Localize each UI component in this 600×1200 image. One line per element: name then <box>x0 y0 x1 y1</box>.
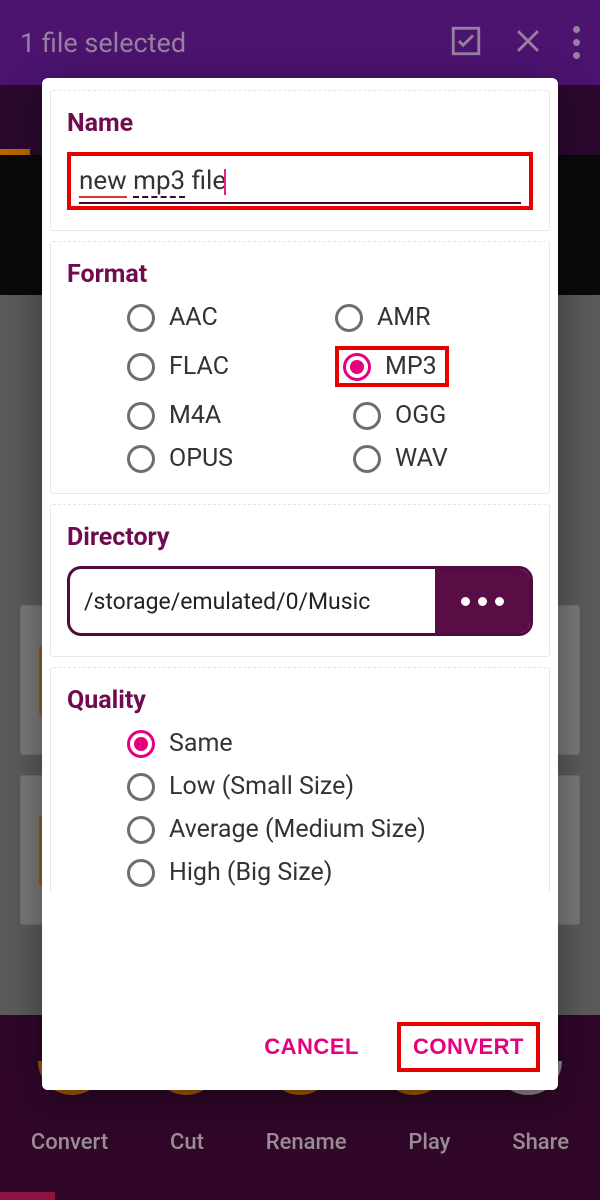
format-option-mp3[interactable]: MP3 <box>343 352 437 381</box>
directory-title: Directory <box>67 523 533 552</box>
section-name: Name new mp3 file <box>50 90 550 231</box>
section-directory: Directory /storage/emulated/0/Music <box>50 504 550 657</box>
section-format: Format AAC AMR FLAC MP3 M4A OGG OPUS WAV <box>50 241 550 494</box>
radio-icon <box>127 445 155 473</box>
format-option-amr[interactable]: AMR <box>335 303 533 332</box>
radio-icon <box>127 773 155 801</box>
cancel-button[interactable]: CANCEL <box>252 1022 371 1072</box>
quality-option-same[interactable]: Same <box>127 729 533 758</box>
radio-icon <box>335 304 363 332</box>
name-input-highlight: new mp3 file <box>67 152 533 210</box>
format-mp3-highlight: MP3 <box>335 346 449 387</box>
radio-selected-icon <box>343 353 371 381</box>
convert-button[interactable]: CONVERT <box>397 1022 540 1072</box>
quality-option-average[interactable]: Average (Medium Size) <box>127 815 533 844</box>
format-title: Format <box>67 260 533 289</box>
format-option-ogg[interactable]: OGG <box>335 401 533 430</box>
format-option-wav[interactable]: WAV <box>335 444 533 473</box>
name-input[interactable]: new mp3 file <box>79 162 521 204</box>
name-title: Name <box>67 109 533 138</box>
radio-icon <box>127 402 155 430</box>
format-option-aac[interactable]: AAC <box>127 303 325 332</box>
quality-option-high[interactable]: High (Big Size) <box>127 858 533 887</box>
convert-dialog: Name new mp3 file Format AAC AMR FLAC MP… <box>42 78 558 1090</box>
radio-selected-icon <box>127 730 155 758</box>
directory-row: /storage/emulated/0/Music <box>67 566 533 636</box>
radio-icon <box>353 445 381 473</box>
section-quality: Quality Same Low (Small Size) Average (M… <box>50 667 550 893</box>
radio-icon <box>353 402 381 430</box>
directory-browse-button[interactable] <box>435 569 530 633</box>
radio-icon <box>127 353 155 381</box>
radio-icon <box>127 859 155 887</box>
directory-path[interactable]: /storage/emulated/0/Music <box>70 569 435 633</box>
dots-icon <box>461 597 470 606</box>
format-option-opus[interactable]: OPUS <box>127 444 325 473</box>
quality-option-low[interactable]: Low (Small Size) <box>127 772 533 801</box>
radio-icon <box>127 816 155 844</box>
quality-title: Quality <box>67 686 533 715</box>
radio-icon <box>127 304 155 332</box>
format-option-m4a[interactable]: M4A <box>127 401 325 430</box>
format-option-flac[interactable]: FLAC <box>127 346 325 387</box>
dialog-actions: CANCEL CONVERT <box>42 1008 558 1090</box>
